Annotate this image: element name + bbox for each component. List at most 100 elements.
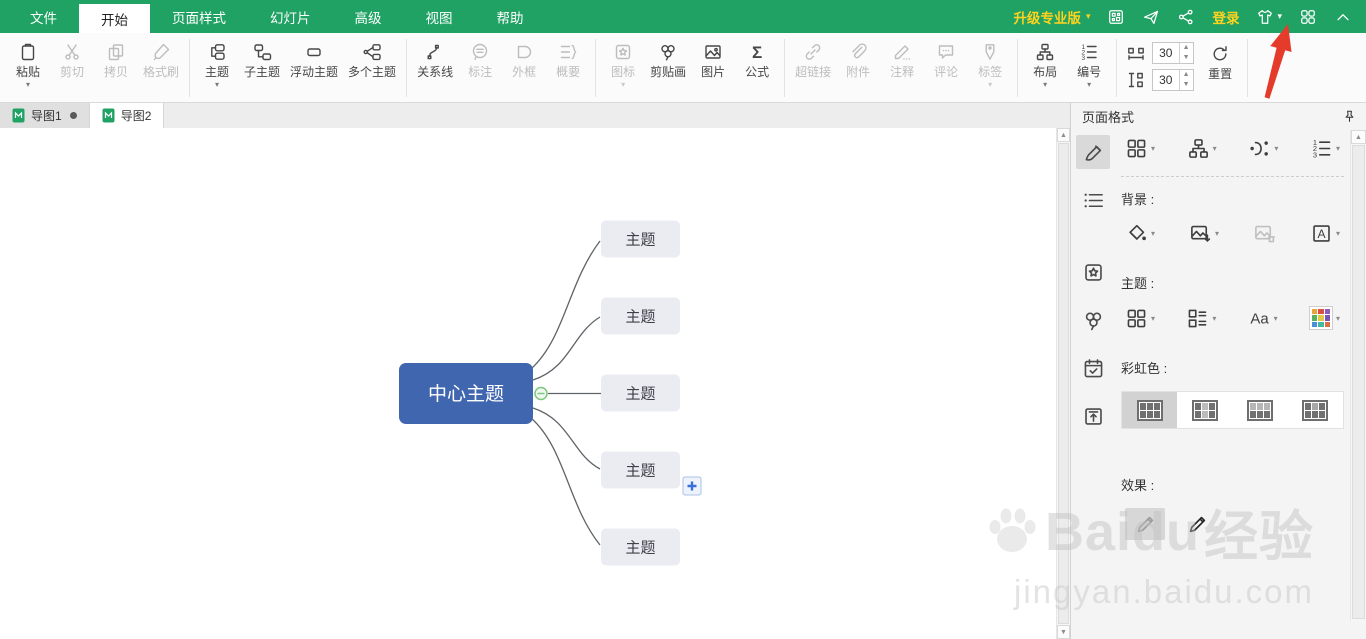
strip-outline-button[interactable] [1076, 183, 1110, 217]
doc-tab-map2[interactable]: 导图2 [89, 103, 165, 128]
menu-tab-slides[interactable]: 幻灯片 [248, 0, 333, 33]
menu-tabs: 文件 开始 页面样式 幻灯片 高级 视图 帮助 [0, 0, 546, 33]
chevron-down-icon: ▾ [1273, 313, 1278, 323]
branch-style-dropdown[interactable]: ▾ [1248, 137, 1278, 160]
numbering-button[interactable]: 编号 ▾ [1067, 36, 1111, 89]
topic-node-1[interactable]: 主题 [601, 220, 680, 258]
skin-button[interactable]: ▾ [1256, 8, 1282, 26]
panel-vertical-scrollbar[interactable]: ▲ [1350, 130, 1366, 620]
comment-button[interactable]: 评论 [924, 36, 968, 80]
strip-clipart-button[interactable] [1076, 303, 1110, 337]
rainbow-option-4[interactable] [1288, 392, 1343, 428]
menu-tab-file[interactable]: 文件 [8, 0, 79, 33]
chevron-down-icon: ▾ [1277, 11, 1282, 21]
rainbow-option-1[interactable] [1122, 392, 1178, 428]
note-button[interactable]: 注释 [880, 36, 924, 80]
rainbow-option-3[interactable] [1233, 392, 1288, 428]
topic-button[interactable]: 主题 ▾ [195, 36, 239, 89]
numbering-dropdown[interactable]: ▾ [1310, 137, 1340, 160]
cut-button[interactable]: 剪切 [50, 36, 94, 80]
multiple-topics-button[interactable]: 多个主题 [343, 36, 401, 80]
spinner-down-icon[interactable]: ▼ [1183, 53, 1190, 63]
rainbow-selector [1121, 391, 1344, 429]
add-topic-plus-button[interactable] [682, 476, 702, 496]
theme-gallery-dropdown[interactable]: ▾ [1125, 307, 1155, 330]
collapse-handle[interactable] [534, 386, 548, 401]
pin-icon[interactable] [1342, 109, 1357, 124]
central-topic-node[interactable]: 中心主题 [399, 363, 533, 424]
apps-grid-icon[interactable] [1299, 8, 1317, 26]
strip-format-button[interactable] [1076, 135, 1110, 169]
effect-sketch-button[interactable] [1177, 508, 1217, 540]
tag-button[interactable]: 标签 ▾ [968, 36, 1012, 89]
mindmap-canvas[interactable]: 中心主题 主题 主题 主题 主题 主题 [0, 128, 1056, 639]
icon-button[interactable]: 图标 ▾ [601, 36, 645, 89]
topic-node-5[interactable]: 主题 [601, 528, 680, 566]
vertical-spacing-spinner[interactable]: ▲ ▼ [1179, 70, 1192, 90]
scroll-up-icon[interactable]: ▲ [1057, 128, 1070, 142]
background-image-delete-button[interactable] [1253, 222, 1276, 245]
floating-topic-button[interactable]: 浮动主题 [285, 36, 343, 80]
summary-button[interactable]: 概要 [546, 36, 590, 80]
clipart-clover-icon [1082, 309, 1105, 332]
spinner-down-icon[interactable]: ▼ [1183, 80, 1190, 90]
menu-tab-home[interactable]: 开始 [79, 4, 150, 33]
scroll-down-icon[interactable]: ▼ [1057, 625, 1070, 639]
spinner-up-icon[interactable]: ▲ [1183, 43, 1190, 53]
theme-font-dropdown[interactable]: ▾ [1248, 307, 1278, 330]
scrollbar-thumb[interactable] [1058, 143, 1069, 624]
scroll-up-icon[interactable]: ▲ [1351, 130, 1366, 144]
effect-none-button[interactable] [1125, 508, 1165, 540]
layout-button[interactable]: 布局 ▾ [1023, 36, 1067, 89]
vertical-spacing-input[interactable] [1153, 70, 1180, 90]
menu-tab-page-style[interactable]: 页面样式 [150, 0, 248, 33]
picture-button[interactable]: 图片 [691, 36, 735, 80]
watermark-dropdown[interactable]: ▾ [1310, 222, 1340, 245]
topic-node-2[interactable]: 主题 [601, 297, 680, 335]
format-painter-button[interactable]: 格式刷 [138, 36, 184, 80]
hyperlink-button[interactable]: 超链接 [790, 36, 836, 80]
paste-button[interactable]: 粘贴 ▾ [6, 36, 50, 89]
structure-dropdown[interactable]: ▾ [1187, 137, 1217, 160]
horizontal-spacing-input[interactable] [1153, 43, 1180, 63]
spinner-up-icon[interactable]: ▲ [1183, 70, 1190, 80]
attachment-button[interactable]: 附件 [836, 36, 880, 80]
doc-tab-map1[interactable]: 导图1 [0, 103, 90, 128]
copy-button[interactable]: 拷贝 [94, 36, 138, 80]
subtopic-button[interactable]: 子主题 [239, 36, 285, 80]
strip-icon-button[interactable] [1076, 255, 1110, 289]
login-button[interactable]: 登录 [1212, 7, 1239, 27]
attachment-icon [848, 42, 868, 62]
mini-program-icon[interactable] [1107, 8, 1125, 26]
theme-layout-dropdown[interactable]: ▾ [1186, 307, 1216, 330]
topic-node-3[interactable]: 主题 [601, 374, 680, 412]
document-icon [12, 108, 25, 123]
rainbow-option-2[interactable] [1177, 392, 1232, 428]
background-fill-dropdown[interactable]: ▾ [1125, 222, 1155, 245]
scrollbar-thumb[interactable] [1352, 145, 1365, 619]
send-icon[interactable] [1142, 8, 1160, 26]
clipart-button[interactable]: 剪贴画 [645, 36, 691, 80]
boundary-button[interactable]: 外框 [502, 36, 546, 80]
strip-task-button[interactable] [1076, 351, 1110, 385]
topic-node-4[interactable]: 主题 [601, 451, 680, 489]
chevron-down-icon: ▾ [1335, 313, 1340, 323]
strip-export-button[interactable] [1076, 399, 1110, 433]
background-image-dropdown[interactable]: ▾ [1189, 222, 1219, 245]
format-brush-icon [1082, 141, 1105, 164]
menu-tab-help[interactable]: 帮助 [475, 0, 546, 33]
share-icon[interactable] [1177, 8, 1195, 26]
upgrade-pro-button[interactable]: 升级专业版 ▾ [1013, 7, 1090, 27]
theme-color-dropdown[interactable]: ▾ [1308, 306, 1340, 330]
canvas-vertical-scrollbar[interactable]: ▲ ▼ [1056, 128, 1070, 639]
menu-tab-view[interactable]: 视图 [404, 0, 475, 33]
horizontal-spacing-spinner[interactable]: ▲ ▼ [1179, 43, 1192, 63]
color-palette-icon [1308, 306, 1333, 330]
menu-tab-advanced[interactable]: 高级 [333, 0, 404, 33]
theme-style-dropdown[interactable]: ▾ [1125, 137, 1155, 160]
callout-button[interactable]: 标注 [458, 36, 502, 80]
collapse-ribbon-icon[interactable] [1334, 8, 1352, 26]
relationship-button[interactable]: 关系线 [412, 36, 458, 80]
reset-button[interactable]: 重置 [1198, 36, 1242, 82]
formula-button[interactable]: Σ 公式 [735, 36, 779, 80]
